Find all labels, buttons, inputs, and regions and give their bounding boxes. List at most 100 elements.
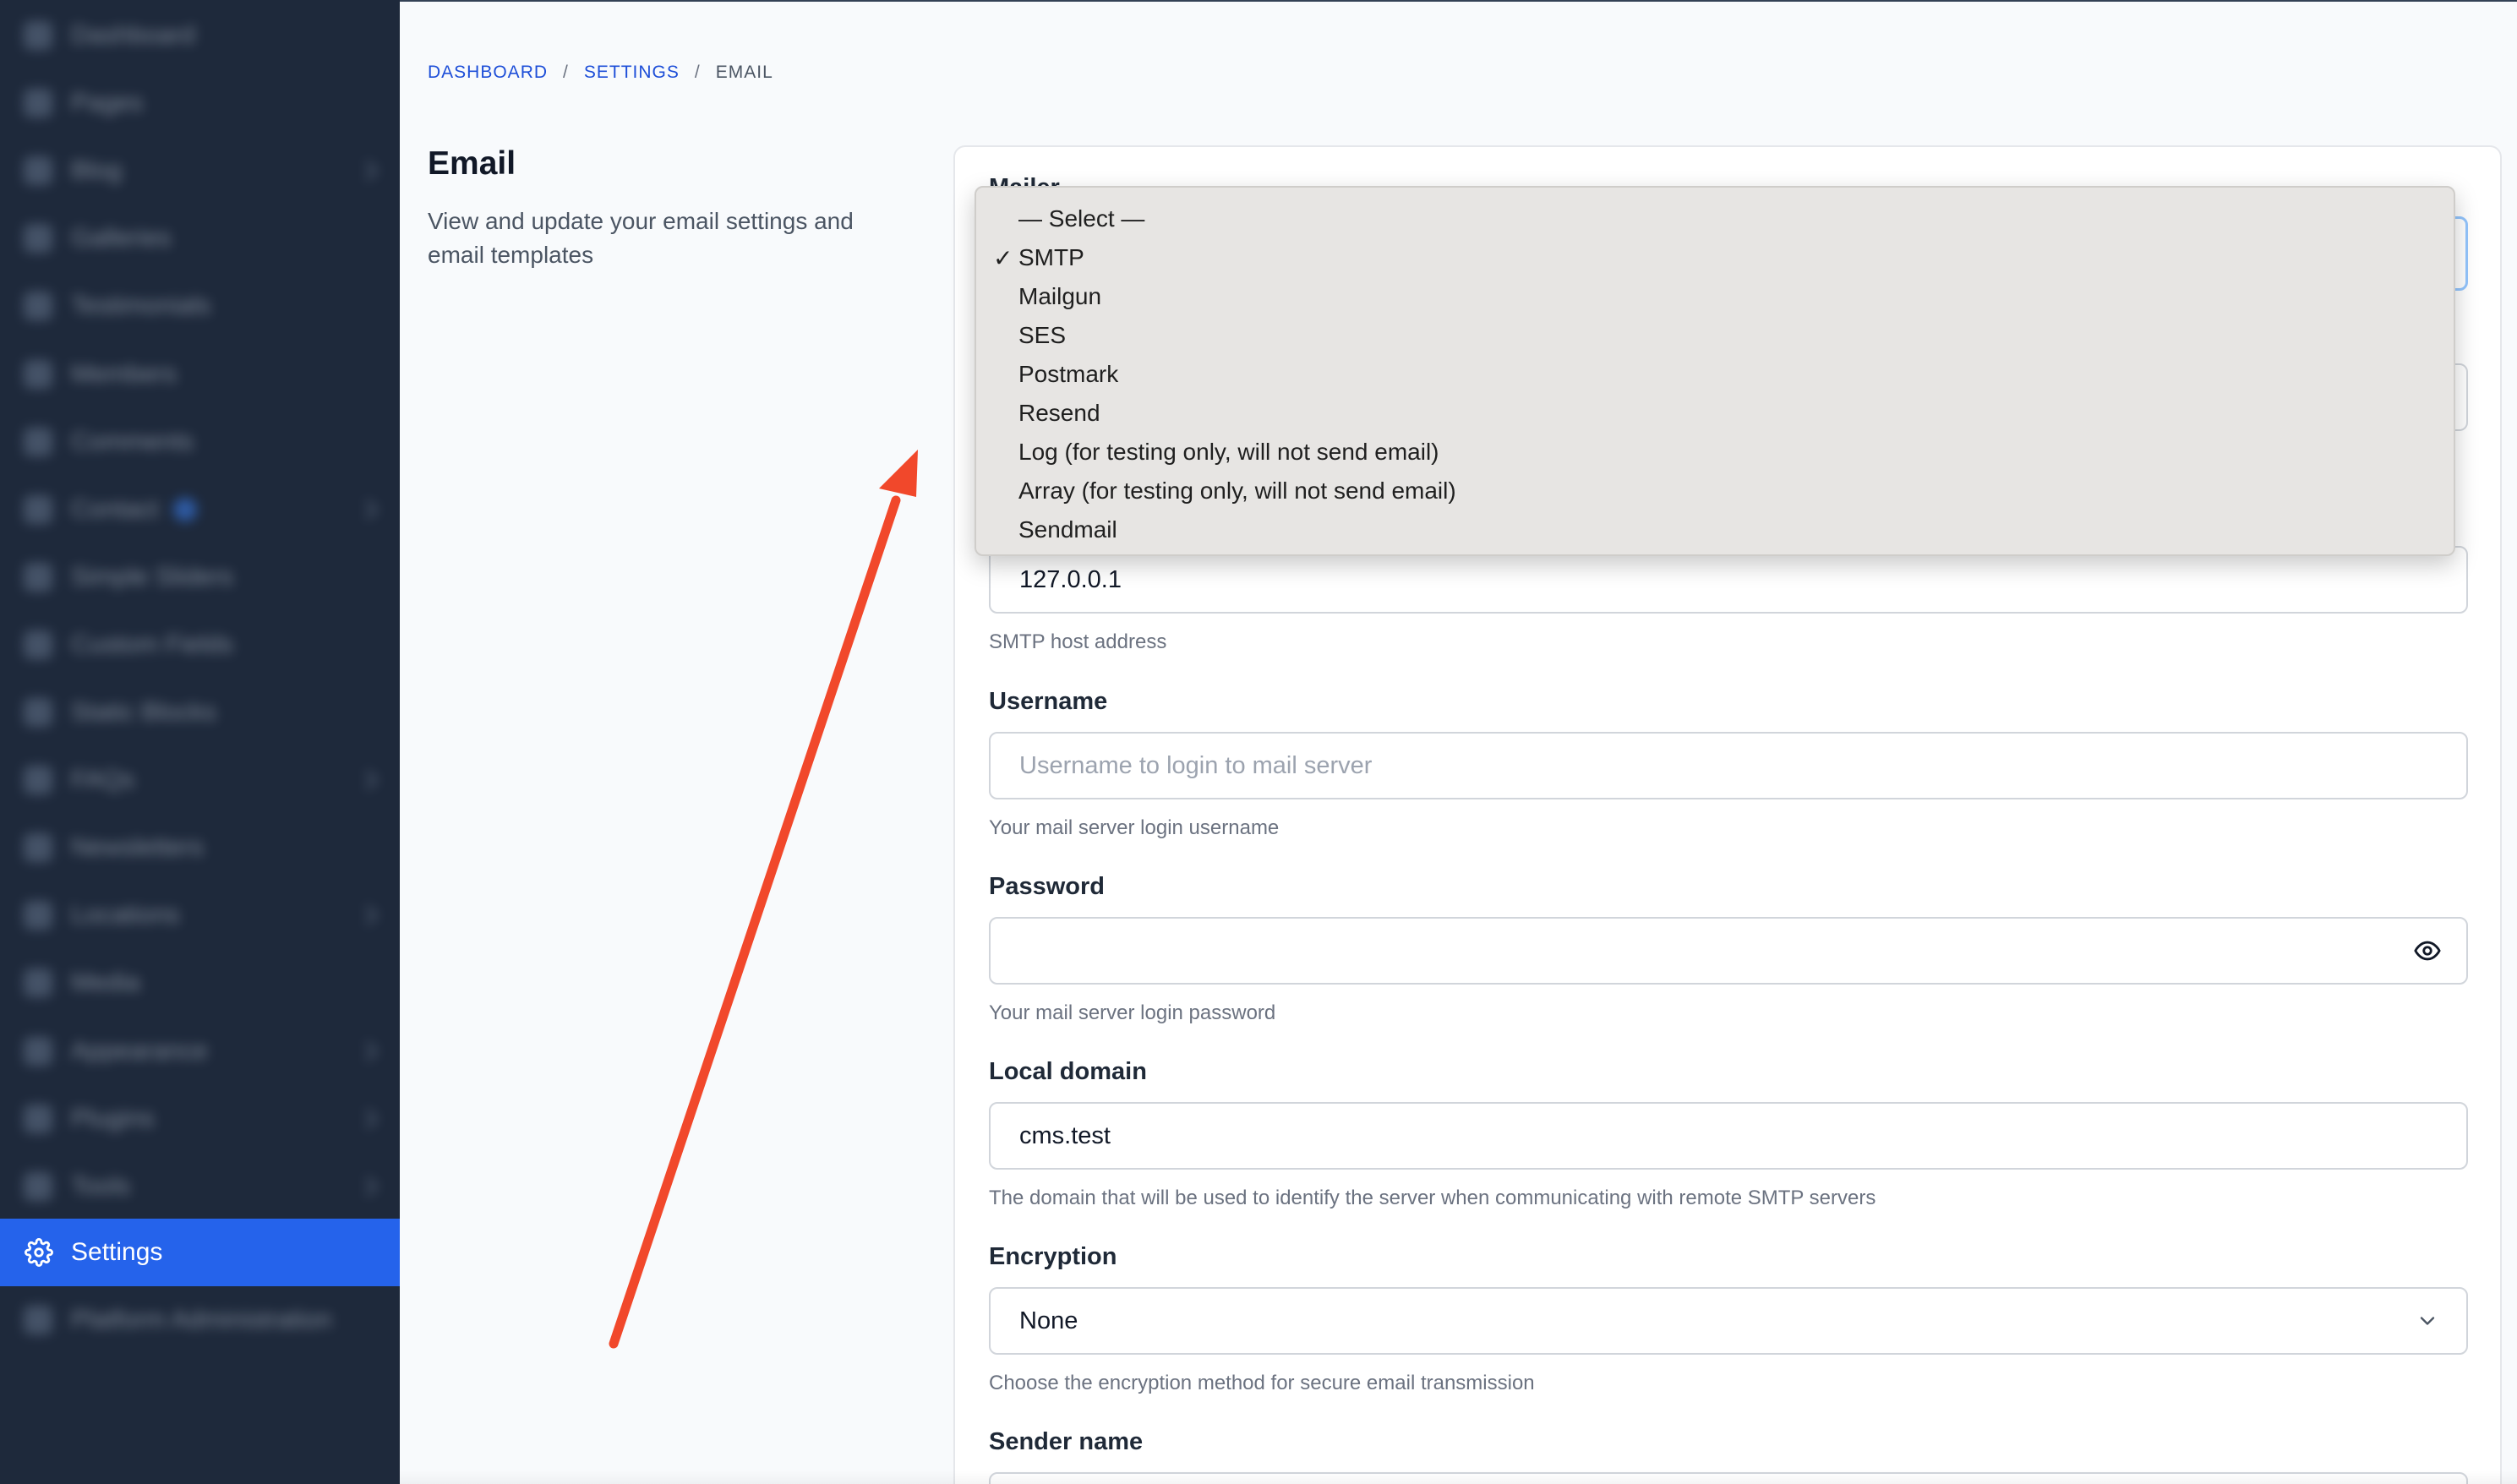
- page-title: Email: [428, 145, 516, 182]
- slider-icon: [24, 563, 52, 592]
- sidebar-item-galleries[interactable]: Galleries: [0, 205, 400, 272]
- username-input[interactable]: Username to login to mail server: [989, 732, 2468, 799]
- sidebar-item-content: Comments: [0, 408, 400, 476]
- sidebar-item-label: Members: [71, 360, 177, 388]
- username-help: Your mail server login username: [989, 816, 1280, 839]
- sidebar-item-settings[interactable]: Settings: [0, 1219, 400, 1286]
- sidebar-item-content: Appearance: [0, 1018, 400, 1085]
- local-domain-input[interactable]: cms.test: [989, 1102, 2468, 1170]
- chevron-right-icon: [358, 905, 378, 925]
- mailer-option-label: Log (for testing only, will not send ema…: [1018, 439, 1439, 465]
- sidebar-item-tools[interactable]: Tools: [0, 1153, 400, 1220]
- mailer-option-label: SMTP: [1018, 244, 1084, 270]
- mailer-option-postmark[interactable]: Postmark: [976, 355, 2454, 394]
- arrow-shaft: [609, 495, 901, 1349]
- chevron-right-icon: [358, 1176, 378, 1197]
- sidebar-item-content: Blog: [0, 137, 400, 205]
- sidebar-item-comments[interactable]: Comments: [0, 408, 400, 476]
- encryption-label: Encryption: [989, 1243, 1117, 1270]
- mailer-option-label: Resend: [1018, 400, 1100, 426]
- blocks-icon: [24, 698, 52, 727]
- mailer-dropdown: — Select — ✓ SMTP Mailgun SES Postmark Re…: [975, 186, 2455, 556]
- mailer-option-mailgun[interactable]: Mailgun: [976, 277, 2454, 316]
- sidebar-item-label: Custom Fields: [71, 630, 233, 658]
- sidebar-item-blog[interactable]: Blog: [0, 137, 400, 205]
- breadcrumb-separator: /: [694, 63, 701, 82]
- breadcrumb-separator: /: [563, 63, 569, 82]
- sidebar-item-label: Blog: [71, 156, 123, 184]
- mailer-option-label: Sendmail: [1018, 516, 1117, 543]
- sidebar-item-appearance[interactable]: Appearance: [0, 1018, 400, 1085]
- faq-icon: [24, 766, 52, 794]
- sidebar-item-simple-sliders[interactable]: Simple Sliders: [0, 543, 400, 611]
- encryption-select[interactable]: None: [989, 1287, 2468, 1355]
- local-domain-help: The domain that will be used to identify…: [989, 1187, 1876, 1209]
- sidebar-item-label: Locations: [71, 901, 180, 929]
- mailer-option-sendmail[interactable]: Sendmail: [976, 510, 2454, 549]
- mailer-option-label: SES: [1018, 322, 1067, 348]
- page-description: View and update your email settings and …: [428, 208, 854, 268]
- sidebar-item-label: Testimonials: [71, 292, 211, 319]
- sidebar-item-label: Static Blocks: [71, 698, 216, 726]
- password-label: Password: [989, 873, 1105, 900]
- media-icon: [24, 968, 52, 997]
- local-domain-label: Local domain: [989, 1058, 1147, 1085]
- sidebar-item-contact[interactable]: Contact: [0, 476, 400, 543]
- eye-icon[interactable]: [2412, 936, 2443, 966]
- sidebar-item-label: Appearance: [71, 1037, 208, 1065]
- notification-badge: [173, 498, 198, 521]
- sidebar-item-content: Members: [0, 341, 400, 408]
- sidebar-item-label: Settings: [71, 1238, 163, 1266]
- sidebar-item-content: Testimonials: [0, 272, 400, 340]
- mailer-option-ses[interactable]: SES: [976, 316, 2454, 355]
- breadcrumb: DASHBOARD / SETTINGS / EMAIL: [428, 63, 773, 83]
- sidebar-item-content: Contact: [0, 476, 400, 543]
- newsletter-icon: [24, 833, 52, 862]
- breadcrumb-email: EMAIL: [715, 63, 773, 82]
- mailer-option-label: Mailgun: [1018, 283, 1102, 309]
- breadcrumb-dashboard[interactable]: DASHBOARD: [428, 63, 548, 83]
- sidebar-item-newsletters[interactable]: Newsletters: [0, 814, 400, 881]
- sidebar-item-dashboard[interactable]: Dashboard: [0, 2, 400, 69]
- sidebar-item-testimonials[interactable]: Testimonials: [0, 272, 400, 340]
- comments-icon: [24, 428, 52, 456]
- password-input[interactable]: [989, 917, 2468, 985]
- sidebar-item-label: Galleries: [71, 224, 172, 252]
- sidebar-item-platform-administration[interactable]: Platform Administration: [0, 1286, 400, 1354]
- sidebar-item-static-blocks[interactable]: Static Blocks: [0, 679, 400, 746]
- mailer-option-log[interactable]: Log (for testing only, will not send ema…: [976, 433, 2454, 472]
- sidebar-item-content: Media: [0, 949, 400, 1017]
- host-input[interactable]: 127.0.0.1: [989, 546, 2468, 614]
- pages-icon: [24, 89, 52, 117]
- sidebar-item-members[interactable]: Members: [0, 341, 400, 408]
- sidebar-item-content: Dashboard: [0, 2, 400, 69]
- sidebar-item-faqs[interactable]: FAQs: [0, 746, 400, 814]
- sidebar-item-label: Platform Administration: [71, 1306, 332, 1334]
- mailer-option-smtp[interactable]: ✓ SMTP: [976, 238, 2454, 277]
- sidebar-item-label: Comments: [71, 428, 194, 456]
- breadcrumb-settings[interactable]: SETTINGS: [584, 63, 680, 83]
- arrow-head: [879, 450, 918, 497]
- chevron-right-icon: [358, 1109, 378, 1129]
- sidebar-item-media[interactable]: Media: [0, 949, 400, 1017]
- sidebar-item-locations[interactable]: Locations: [0, 881, 400, 949]
- chevron-right-icon: [358, 499, 378, 520]
- members-icon: [24, 360, 52, 389]
- mailer-option-label: Postmark: [1018, 361, 1119, 387]
- sidebar-item-custom-fields[interactable]: Custom Fields: [0, 611, 400, 679]
- sidebar-item-label: Pages: [71, 89, 144, 117]
- mailer-option-label: Array (for testing only, will not send e…: [1018, 477, 1456, 504]
- mailer-option-label: — Select —: [1018, 205, 1145, 232]
- encryption-value: None: [1019, 1307, 1078, 1334]
- sidebar-item-plugins[interactable]: Plugins: [0, 1085, 400, 1153]
- mailer-option-select[interactable]: — Select —: [976, 199, 2454, 238]
- chevron-down-icon: [2412, 1306, 2443, 1336]
- sidebar: Dashboard Pages Blog Galleries Testimonials M…: [0, 0, 400, 1484]
- appearance-icon: [24, 1037, 52, 1066]
- mailer-option-resend[interactable]: Resend: [976, 394, 2454, 433]
- sidebar-item-pages[interactable]: Pages: [0, 69, 400, 137]
- top-border: [400, 0, 2517, 2]
- mailer-option-array[interactable]: Array (for testing only, will not send e…: [976, 472, 2454, 510]
- password-help: Your mail server login password: [989, 1001, 1276, 1024]
- checkmark-icon: ✓: [993, 244, 1013, 271]
